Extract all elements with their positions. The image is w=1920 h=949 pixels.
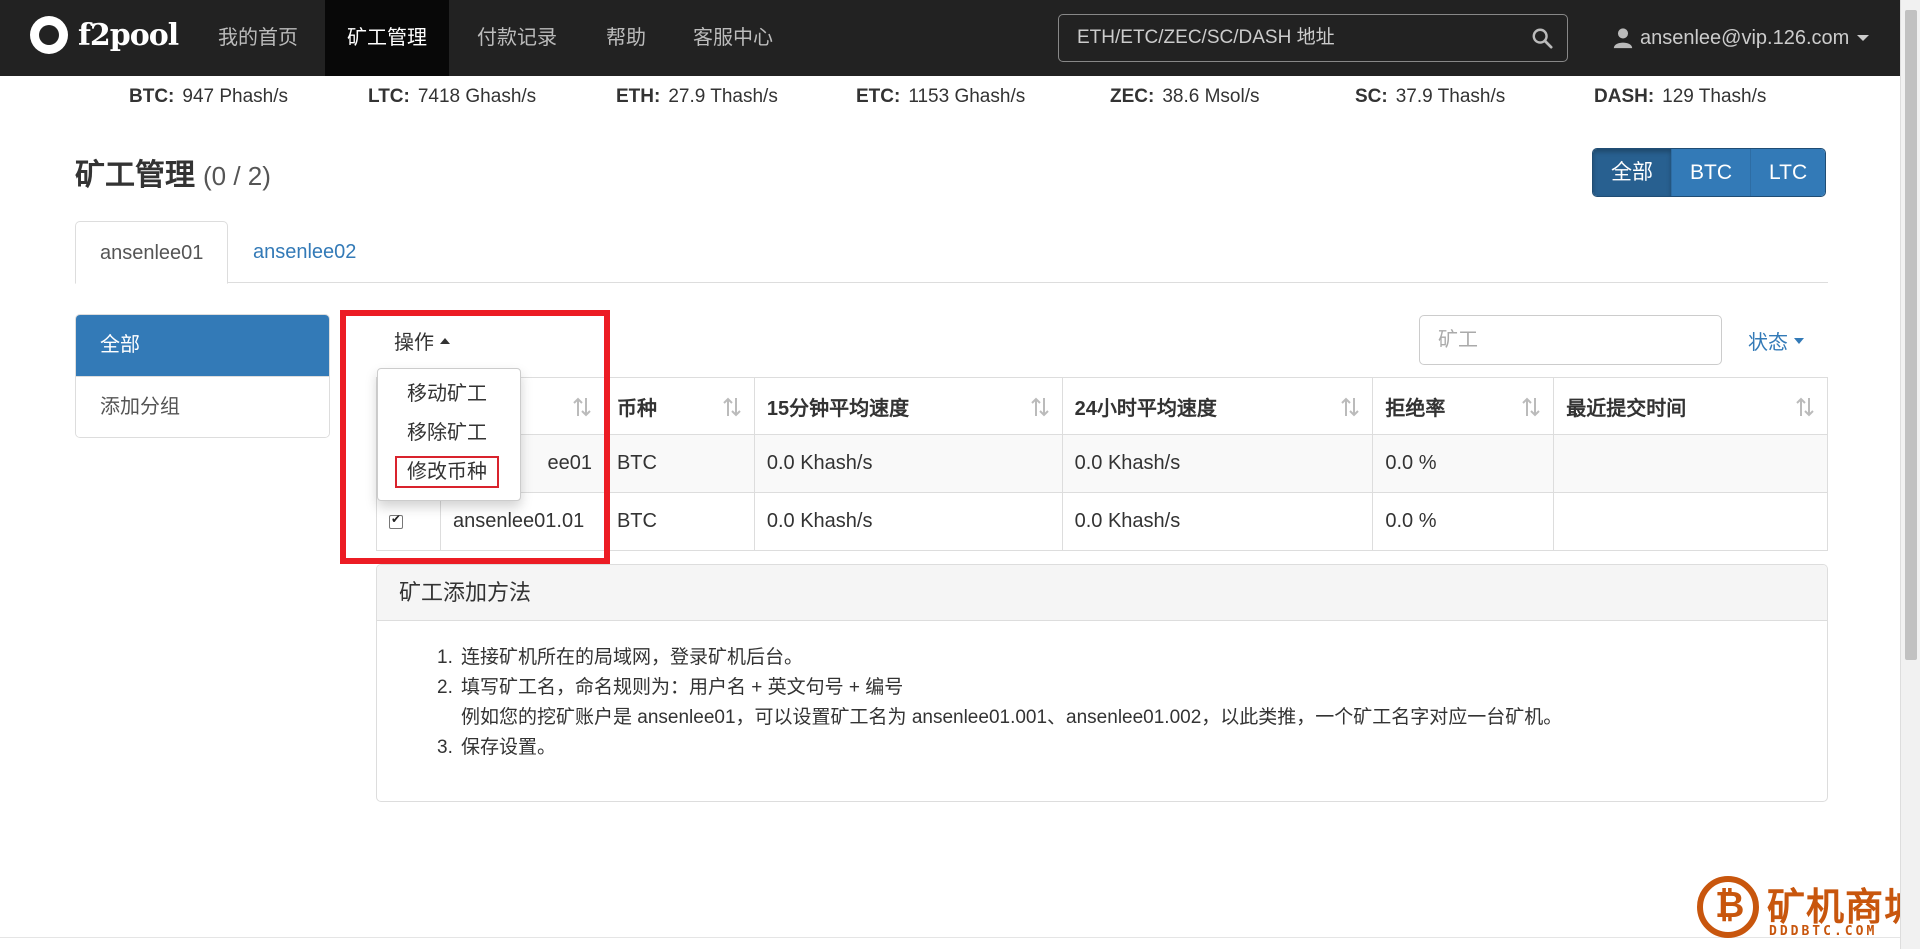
stat-etc: ETC: 1153 Ghash/s <box>856 86 1026 107</box>
miner-coin: BTC <box>603 434 755 493</box>
sort-icon <box>573 397 591 417</box>
howto-step: 1. 连接矿机所在的局域网，登录矿机后台。 <box>437 647 804 668</box>
coin-filter-all-button[interactable]: 全部 <box>1593 149 1671 196</box>
nav-home[interactable]: 我的首页 <box>196 0 320 76</box>
coin-filter-group: 全部 BTC LTC <box>1592 148 1827 197</box>
account-tabs: ansenlee01 ansenlee02 <box>75 221 1828 284</box>
miner-reject-rate: 0.0 % <box>1372 492 1555 551</box>
stat-sc: SC: 37.9 Thash/s <box>1355 86 1506 107</box>
header-last-submit[interactable]: 最近提交时间 <box>1553 377 1828 435</box>
stat-eth: ETH: 27.9 Thash/s <box>616 86 778 107</box>
miner-last-submit <box>1553 492 1828 551</box>
miner-speed-15m: 0.0 Khash/s <box>753 434 1063 493</box>
header-coin[interactable]: 币种 <box>603 377 755 435</box>
stat-ltc: LTC: 7418 Ghash/s <box>368 86 537 107</box>
table-row[interactable]: ee01 BTC 0.0 Khash/s 0.0 Khash/s 0.0 % <box>376 434 1828 493</box>
chevron-down-icon <box>1794 337 1804 344</box>
sort-icon <box>1341 397 1360 417</box>
coin-filter-ltc-button[interactable]: LTC <box>1750 149 1826 196</box>
nav-payments[interactable]: 付款记录 <box>455 0 579 76</box>
howto-example: 例如您的挖矿账户是 ansenlee01，可以设置矿工名为 ansenlee01… <box>461 707 1563 728</box>
howto-step: 3. 保存设置。 <box>437 737 557 758</box>
miner-filter-input[interactable] <box>1419 315 1722 365</box>
header-speed-24h[interactable]: 24小时平均速度 <box>1061 377 1374 435</box>
nav-support[interactable]: 客服中心 <box>671 0 795 76</box>
operation-dropdown-toggle[interactable]: 操作 <box>394 326 450 355</box>
table-header-row: 币种 15分钟平均速度 24小时平均速度 拒绝率 最近提交时间 <box>376 377 1828 435</box>
brand-logo[interactable]: f2pool <box>30 16 179 54</box>
miner-speed-15m: 0.0 Khash/s <box>753 492 1063 551</box>
header-reject-rate[interactable]: 拒绝率 <box>1372 377 1555 435</box>
pool-hashrate-stats: BTC: 947 Phash/s LTC: 7418 Ghash/s ETH: 27.… <box>0 86 1900 110</box>
sort-icon <box>723 397 741 417</box>
stat-dash: DASH: 129 Thash/s <box>1594 86 1767 107</box>
caret-up-icon <box>440 337 450 344</box>
tab-ansenlee02[interactable]: ansenlee02 <box>229 221 380 283</box>
miner-name: ansenlee01.01 <box>439 492 605 551</box>
sidebar-item-all[interactable]: 全部 <box>76 315 329 376</box>
brand-name: f2pool <box>78 17 179 53</box>
chevron-down-icon <box>1857 35 1870 41</box>
operation-dropdown-menu: 移动矿工 移除矿工 修改币种 <box>377 368 521 501</box>
miner-last-submit <box>1553 434 1828 493</box>
row-checkbox[interactable] <box>389 512 403 529</box>
user-menu[interactable]: ansenlee@vip.126.com <box>1612 0 1870 76</box>
sort-icon <box>1522 397 1540 417</box>
miner-count: (0 / 2) <box>203 161 271 191</box>
scrollbar-thumb[interactable] <box>1905 10 1917 660</box>
nav-help[interactable]: 帮助 <box>584 0 668 76</box>
menu-item-change-coin[interactable]: 修改币种 <box>378 453 520 492</box>
bitcoin-icon <box>1697 876 1759 938</box>
miner-coin: BTC <box>603 492 755 551</box>
stat-btc: BTC: 947 Phash/s <box>129 86 289 107</box>
stat-zec: ZEC: 38.6 Msol/s <box>1110 86 1260 107</box>
menu-item-remove-miner[interactable]: 移除矿工 <box>378 414 520 453</box>
howto-step: 2. 填写矿工名，命名规则为：用户名 + 英文句号 + 编号 <box>437 677 904 698</box>
miner-speed-24h: 0.0 Khash/s <box>1061 434 1374 493</box>
miner-table: 币种 15分钟平均速度 24小时平均速度 拒绝率 最近提交时间 ee01 BTC… <box>376 377 1828 551</box>
table-row[interactable]: ansenlee01.01 BTC 0.0 Khash/s 0.0 Khash/… <box>376 492 1828 551</box>
page-title: 矿工管理 (0 / 2) <box>75 159 271 192</box>
group-sidebar: 全部 添加分组 <box>75 314 330 438</box>
howto-panel-title: 矿工添加方法 <box>377 565 1827 621</box>
nav-miner-management[interactable]: 矿工管理 <box>325 0 449 76</box>
sidebar-item-add-group[interactable]: 添加分组 <box>76 376 329 437</box>
user-icon <box>1613 28 1633 49</box>
row-checkbox-cell[interactable] <box>376 492 441 551</box>
miner-speed-24h: 0.0 Khash/s <box>1061 492 1374 551</box>
address-search-input[interactable] <box>1059 15 1519 61</box>
coin-filter-btc-button[interactable]: BTC <box>1671 149 1750 196</box>
howto-panel-body: 1. 连接矿机所在的局域网，登录矿机后台。 2. 填写矿工名，命名规则为：用户名 +… <box>377 621 1827 763</box>
sort-icon <box>1796 397 1814 417</box>
header-speed-15m[interactable]: 15分钟平均速度 <box>753 377 1063 435</box>
search-icon[interactable] <box>1531 27 1553 49</box>
sort-icon <box>1030 397 1049 417</box>
watermark-logo: 矿机商城 DDDBTC.COM <box>1697 874 1920 946</box>
f2pool-logo-icon <box>30 16 68 54</box>
tab-ansenlee01[interactable]: ansenlee01 <box>75 221 229 284</box>
status-dropdown-toggle[interactable]: 状态 <box>1748 326 1804 355</box>
howto-panel: 矿工添加方法 1. 连接矿机所在的局域网，登录矿机后台。 2. 填写矿工名，命名规则… <box>376 564 1828 802</box>
top-navbar: f2pool 我的首页 矿工管理 付款记录 帮助 客服中心 ansenlee@v… <box>0 0 1900 76</box>
address-search <box>1058 14 1568 62</box>
page-scrollbar[interactable] <box>1900 0 1920 949</box>
user-email: ansenlee@vip.126.com <box>1640 27 1850 49</box>
miner-reject-rate: 0.0 % <box>1372 434 1555 493</box>
footer-divider <box>0 937 1900 938</box>
menu-item-move-miner[interactable]: 移动矿工 <box>378 375 520 414</box>
